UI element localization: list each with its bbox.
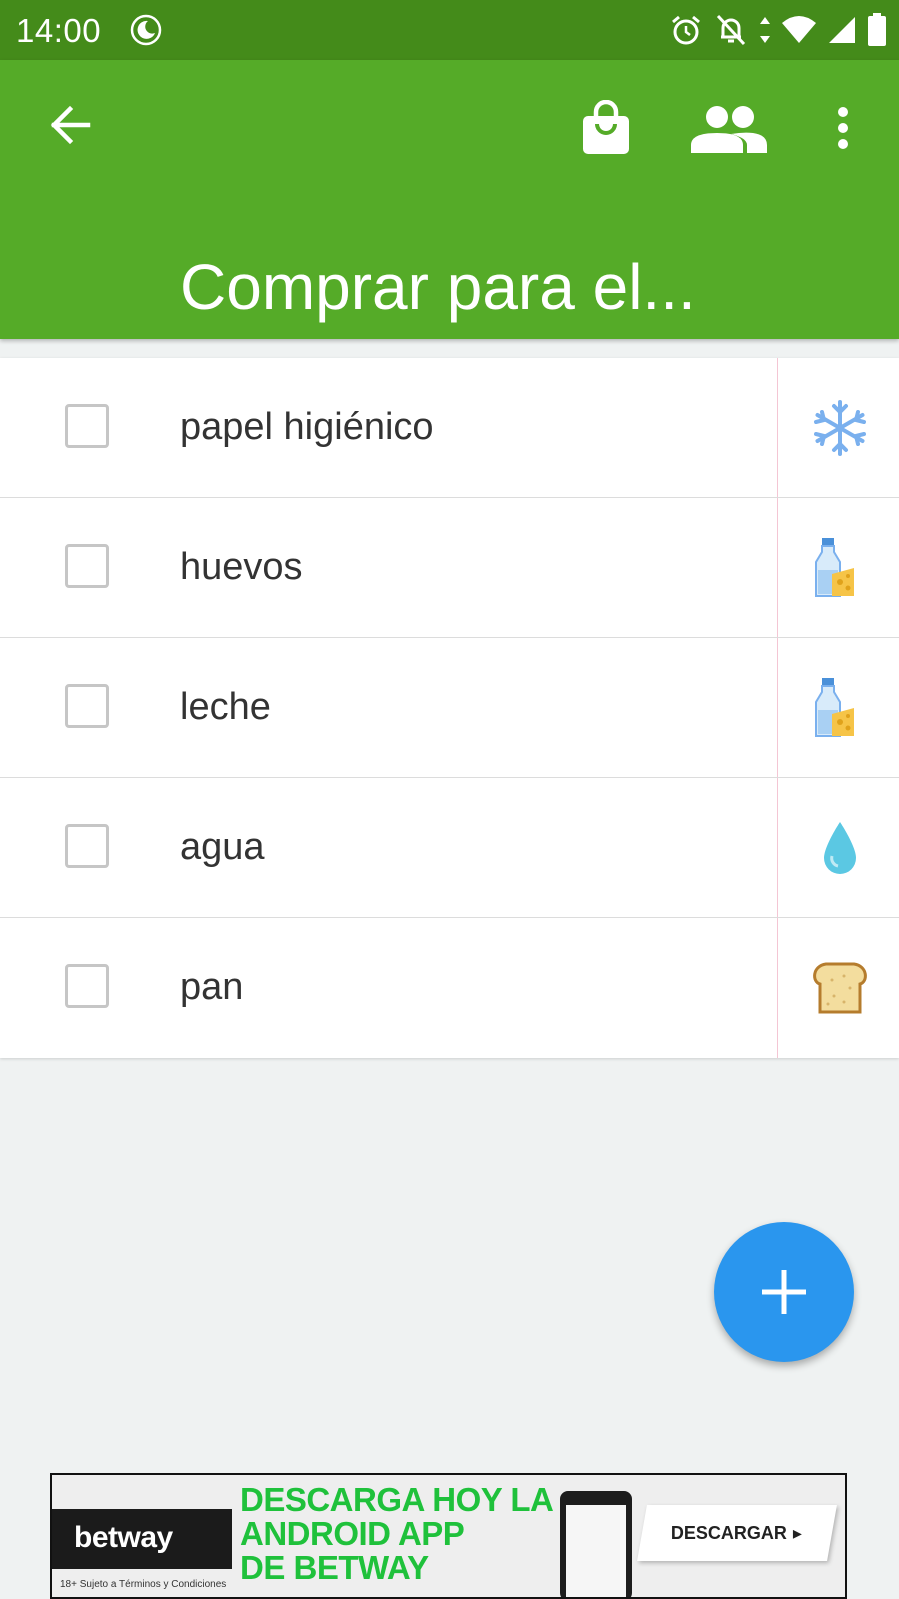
shopping-list: papel higiénico huevos leche agua pan bbox=[0, 358, 899, 1058]
shopping-bag-button[interactable] bbox=[568, 90, 644, 166]
item-checkbox[interactable] bbox=[65, 544, 109, 588]
item-label: agua bbox=[180, 826, 265, 868]
data-arrows-icon bbox=[760, 17, 770, 43]
status-time: 14:00 bbox=[16, 12, 102, 49]
item-label: papel higiénico bbox=[180, 406, 434, 448]
share-people-button[interactable] bbox=[684, 94, 774, 164]
app-bar: Comprar para el... bbox=[0, 60, 899, 339]
ad-headline-line: DESCARGA HOY LA bbox=[240, 1481, 554, 1518]
plus-icon bbox=[762, 1270, 806, 1314]
people-icon bbox=[691, 106, 767, 153]
battery-icon bbox=[868, 13, 886, 46]
list-item[interactable]: agua bbox=[0, 778, 899, 918]
category-button[interactable] bbox=[800, 668, 880, 748]
item-label: huevos bbox=[180, 546, 303, 588]
list-item[interactable]: papel higiénico bbox=[0, 358, 899, 498]
item-label: pan bbox=[180, 966, 244, 1008]
notifications-off-icon bbox=[716, 14, 746, 46]
ad-terms: 18+ Sujeto a Términos y Condiciones bbox=[60, 1579, 227, 1590]
vertical-divider bbox=[777, 638, 778, 777]
wifi-icon bbox=[782, 16, 816, 43]
ad-banner[interactable]: betway 18+ Sujeto a Términos y Condicion… bbox=[50, 1473, 847, 1599]
milk-cheese-icon bbox=[815, 538, 854, 597]
snowflake-icon bbox=[814, 400, 866, 456]
ad-download-button[interactable]: DESCARGAR ▸ bbox=[637, 1505, 837, 1561]
more-options-button[interactable] bbox=[818, 90, 868, 166]
ad-headline-line: ANDROID APP bbox=[240, 1515, 465, 1552]
item-label: leche bbox=[180, 686, 271, 728]
arrow-back-icon bbox=[50, 105, 91, 145]
ad-cta-label: DESCARGAR bbox=[671, 1522, 788, 1543]
ad-brand: betway bbox=[74, 1521, 173, 1554]
category-button[interactable] bbox=[800, 388, 880, 468]
vertical-divider bbox=[777, 358, 778, 497]
ad-phone-image bbox=[560, 1491, 632, 1597]
water-drop-icon bbox=[824, 822, 856, 874]
alarm-icon bbox=[672, 15, 700, 45]
vertical-divider bbox=[777, 918, 778, 1058]
play-arrow-icon: ▸ bbox=[793, 1522, 803, 1543]
vertical-divider bbox=[777, 778, 778, 917]
add-item-button[interactable] bbox=[714, 1222, 854, 1362]
list-item[interactable]: huevos bbox=[0, 498, 899, 638]
vertical-divider bbox=[777, 498, 778, 637]
list-item[interactable]: leche bbox=[0, 638, 899, 778]
category-button[interactable] bbox=[800, 948, 880, 1028]
item-checkbox[interactable] bbox=[65, 684, 109, 728]
status-bar: 14:00 bbox=[0, 0, 899, 60]
more-vert-icon bbox=[838, 107, 848, 149]
ad-logo: betway 18+ Sujeto a Términos y Condicion… bbox=[52, 1475, 232, 1597]
signal-icon bbox=[829, 17, 855, 43]
page-title: Comprar para el... bbox=[180, 251, 696, 323]
list-item[interactable]: pan bbox=[0, 918, 899, 1058]
ad-headline-line: DE BETWAY bbox=[240, 1549, 429, 1586]
item-checkbox[interactable] bbox=[65, 404, 109, 448]
milk-cheese-icon bbox=[815, 678, 854, 737]
moon-icon bbox=[130, 14, 162, 46]
category-button[interactable] bbox=[800, 528, 880, 608]
category-button[interactable] bbox=[800, 808, 880, 888]
bread-icon bbox=[813, 962, 867, 1014]
item-checkbox[interactable] bbox=[65, 824, 109, 868]
shopping-bag-icon bbox=[583, 100, 629, 154]
back-button[interactable] bbox=[30, 90, 110, 160]
item-checkbox[interactable] bbox=[65, 964, 109, 1008]
ad-headline: DESCARGA HOY LA ANDROID APP DE BETWAY bbox=[240, 1481, 554, 1586]
